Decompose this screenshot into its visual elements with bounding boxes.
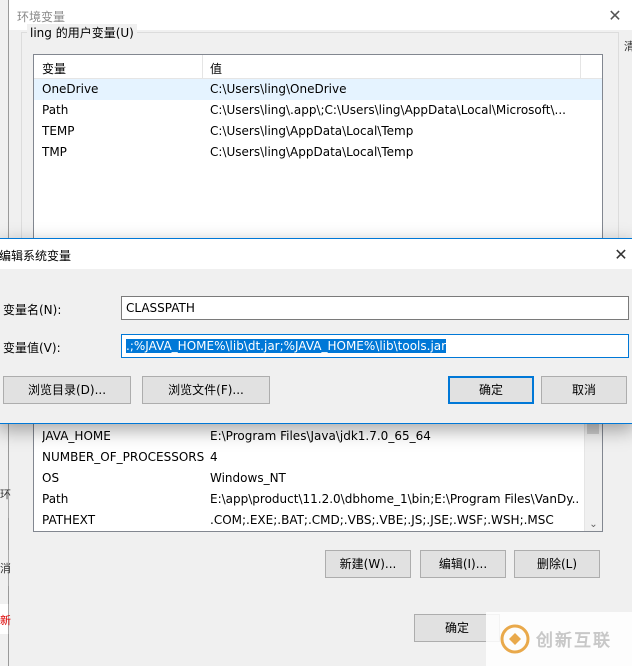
delete-system-variable-button[interactable]: 删除(L) xyxy=(514,550,600,578)
background-window-fragment: 环 xyxy=(0,470,11,518)
env-close-icon[interactable]: ✕ xyxy=(605,6,625,26)
table-row[interactable]: NUMBER_OF_PROCESSORS 4 xyxy=(34,447,602,468)
edit-system-variable-dialog: 编辑系统变量 ✕ 变量名(N): CLASSPATH 变量值(V): .;%JA… xyxy=(0,238,632,424)
scroll-down-icon[interactable]: ⌄ xyxy=(585,519,602,530)
table-row[interactable]: OS Windows_NT xyxy=(34,468,602,489)
watermark: 创新互联 xyxy=(486,612,632,666)
edit-dialog-titlebar: 编辑系统变量 ✕ xyxy=(0,239,632,269)
variable-value-input[interactable]: .;%JAVA_HOME%\lib\dt.jar;%JAVA_HOME%\lib… xyxy=(121,334,629,358)
variable-value: E:\app\product\11.2.0\dbhome_1\bin;E:\Pr… xyxy=(210,492,580,506)
variable-value-input-value: .;%JAVA_HOME%\lib\dt.jar;%JAVA_HOME%\lib… xyxy=(126,339,447,353)
column-header-variable[interactable]: 变量 xyxy=(42,60,66,77)
variable-name: Path xyxy=(42,103,69,117)
edit-cancel-button[interactable]: 取消 xyxy=(541,376,627,404)
table-row[interactable]: TEMP C:\Users\ling\AppData\Local\Temp xyxy=(34,121,602,142)
variable-value-label: 变量值(V): xyxy=(3,341,61,355)
fragment-text: 消 xyxy=(0,562,11,575)
variable-name-label: 变量名(N): xyxy=(3,303,62,317)
user-variables-group-label: ling 的用户变量(U) xyxy=(27,24,137,41)
browse-directory-button[interactable]: 浏览目录(D)... xyxy=(3,376,131,404)
variable-name-input[interactable]: CLASSPATH xyxy=(121,296,629,320)
user-variables-list[interactable]: 变量 值 OneDrive C:\Users\ling\OneDrive Pat… xyxy=(33,54,603,242)
edit-system-variable-button[interactable]: 编辑(I)... xyxy=(420,550,506,578)
variable-value: C:\Users\ling\AppData\Local\Temp xyxy=(210,145,414,159)
variable-name: JAVA_HOME xyxy=(42,429,111,443)
variable-name: TMP xyxy=(42,145,67,159)
background-window-fragment: 消 xyxy=(0,550,11,586)
variable-value: C:\Users\ling\.app\;C:\Users\ling\AppDat… xyxy=(210,103,566,117)
variable-name: Path xyxy=(42,492,69,506)
variable-value: C:\Users\ling\AppData\Local\Temp xyxy=(210,124,414,138)
table-row[interactable]: Path E:\app\product\11.2.0\dbhome_1\bin;… xyxy=(34,489,602,510)
variable-name: TEMP xyxy=(42,124,75,138)
table-row[interactable]: TMP C:\Users\ling\AppData\Local\Temp xyxy=(34,142,602,163)
watermark-text: 创新互联 xyxy=(536,631,612,651)
variable-value: .COM;.EXE;.BAT;.CMD;.VBS;.VBE;.JS;.JSE;.… xyxy=(210,513,554,527)
variable-name-input-value: CLASSPATH xyxy=(126,301,195,315)
column-header-value[interactable]: 值 xyxy=(210,60,222,77)
edit-dialog-title: 编辑系统变量 xyxy=(0,249,72,263)
browse-file-button[interactable]: 浏览文件(F)... xyxy=(142,376,270,404)
edit-close-icon[interactable]: ✕ xyxy=(611,245,631,265)
variable-value: E:\Program Files\Java\jdk1.7.0_65_64 xyxy=(210,429,431,443)
table-row[interactable]: PATHEXT .COM;.EXE;.BAT;.CMD;.VBS;.VBE;.J… xyxy=(34,510,602,531)
variable-name: PATHEXT xyxy=(42,513,96,527)
edit-ok-button[interactable]: 确定 xyxy=(448,376,534,404)
system-variables-scrollbar[interactable]: ⌄ xyxy=(584,406,602,531)
fragment-text: 环 xyxy=(0,488,11,501)
table-row[interactable]: Path C:\Users\ling\.app\;C:\Users\ling\A… xyxy=(34,100,602,121)
watermark-logo-icon xyxy=(500,624,530,654)
background-window-fragment: 新 xyxy=(0,604,11,634)
env-window-title: 环境变量 xyxy=(17,10,66,24)
column-divider[interactable] xyxy=(202,55,203,78)
variable-value: 4 xyxy=(210,450,218,464)
fragment-text: 清 xyxy=(624,40,632,53)
variable-value: C:\Users\ling\OneDrive xyxy=(210,82,347,96)
table-row[interactable]: JAVA_HOME E:\Program Files\Java\jdk1.7.0… xyxy=(34,426,602,447)
variable-name: NUMBER_OF_PROCESSORS xyxy=(42,450,205,464)
table-row[interactable]: OneDrive C:\Users\ling\OneDrive xyxy=(34,79,602,100)
variable-name: OneDrive xyxy=(42,82,99,96)
fragment-text: 新 xyxy=(0,614,11,627)
variable-value: Windows_NT xyxy=(210,471,286,485)
variable-name: OS xyxy=(42,471,60,485)
system-variables-list[interactable]: JAVA_HOME E:\Program Files\Java\jdk1.7.0… xyxy=(33,405,603,532)
new-system-variable-button[interactable]: 新建(W)... xyxy=(325,550,411,578)
user-variables-header: 变量 值 xyxy=(34,55,602,79)
column-divider[interactable] xyxy=(580,55,581,78)
